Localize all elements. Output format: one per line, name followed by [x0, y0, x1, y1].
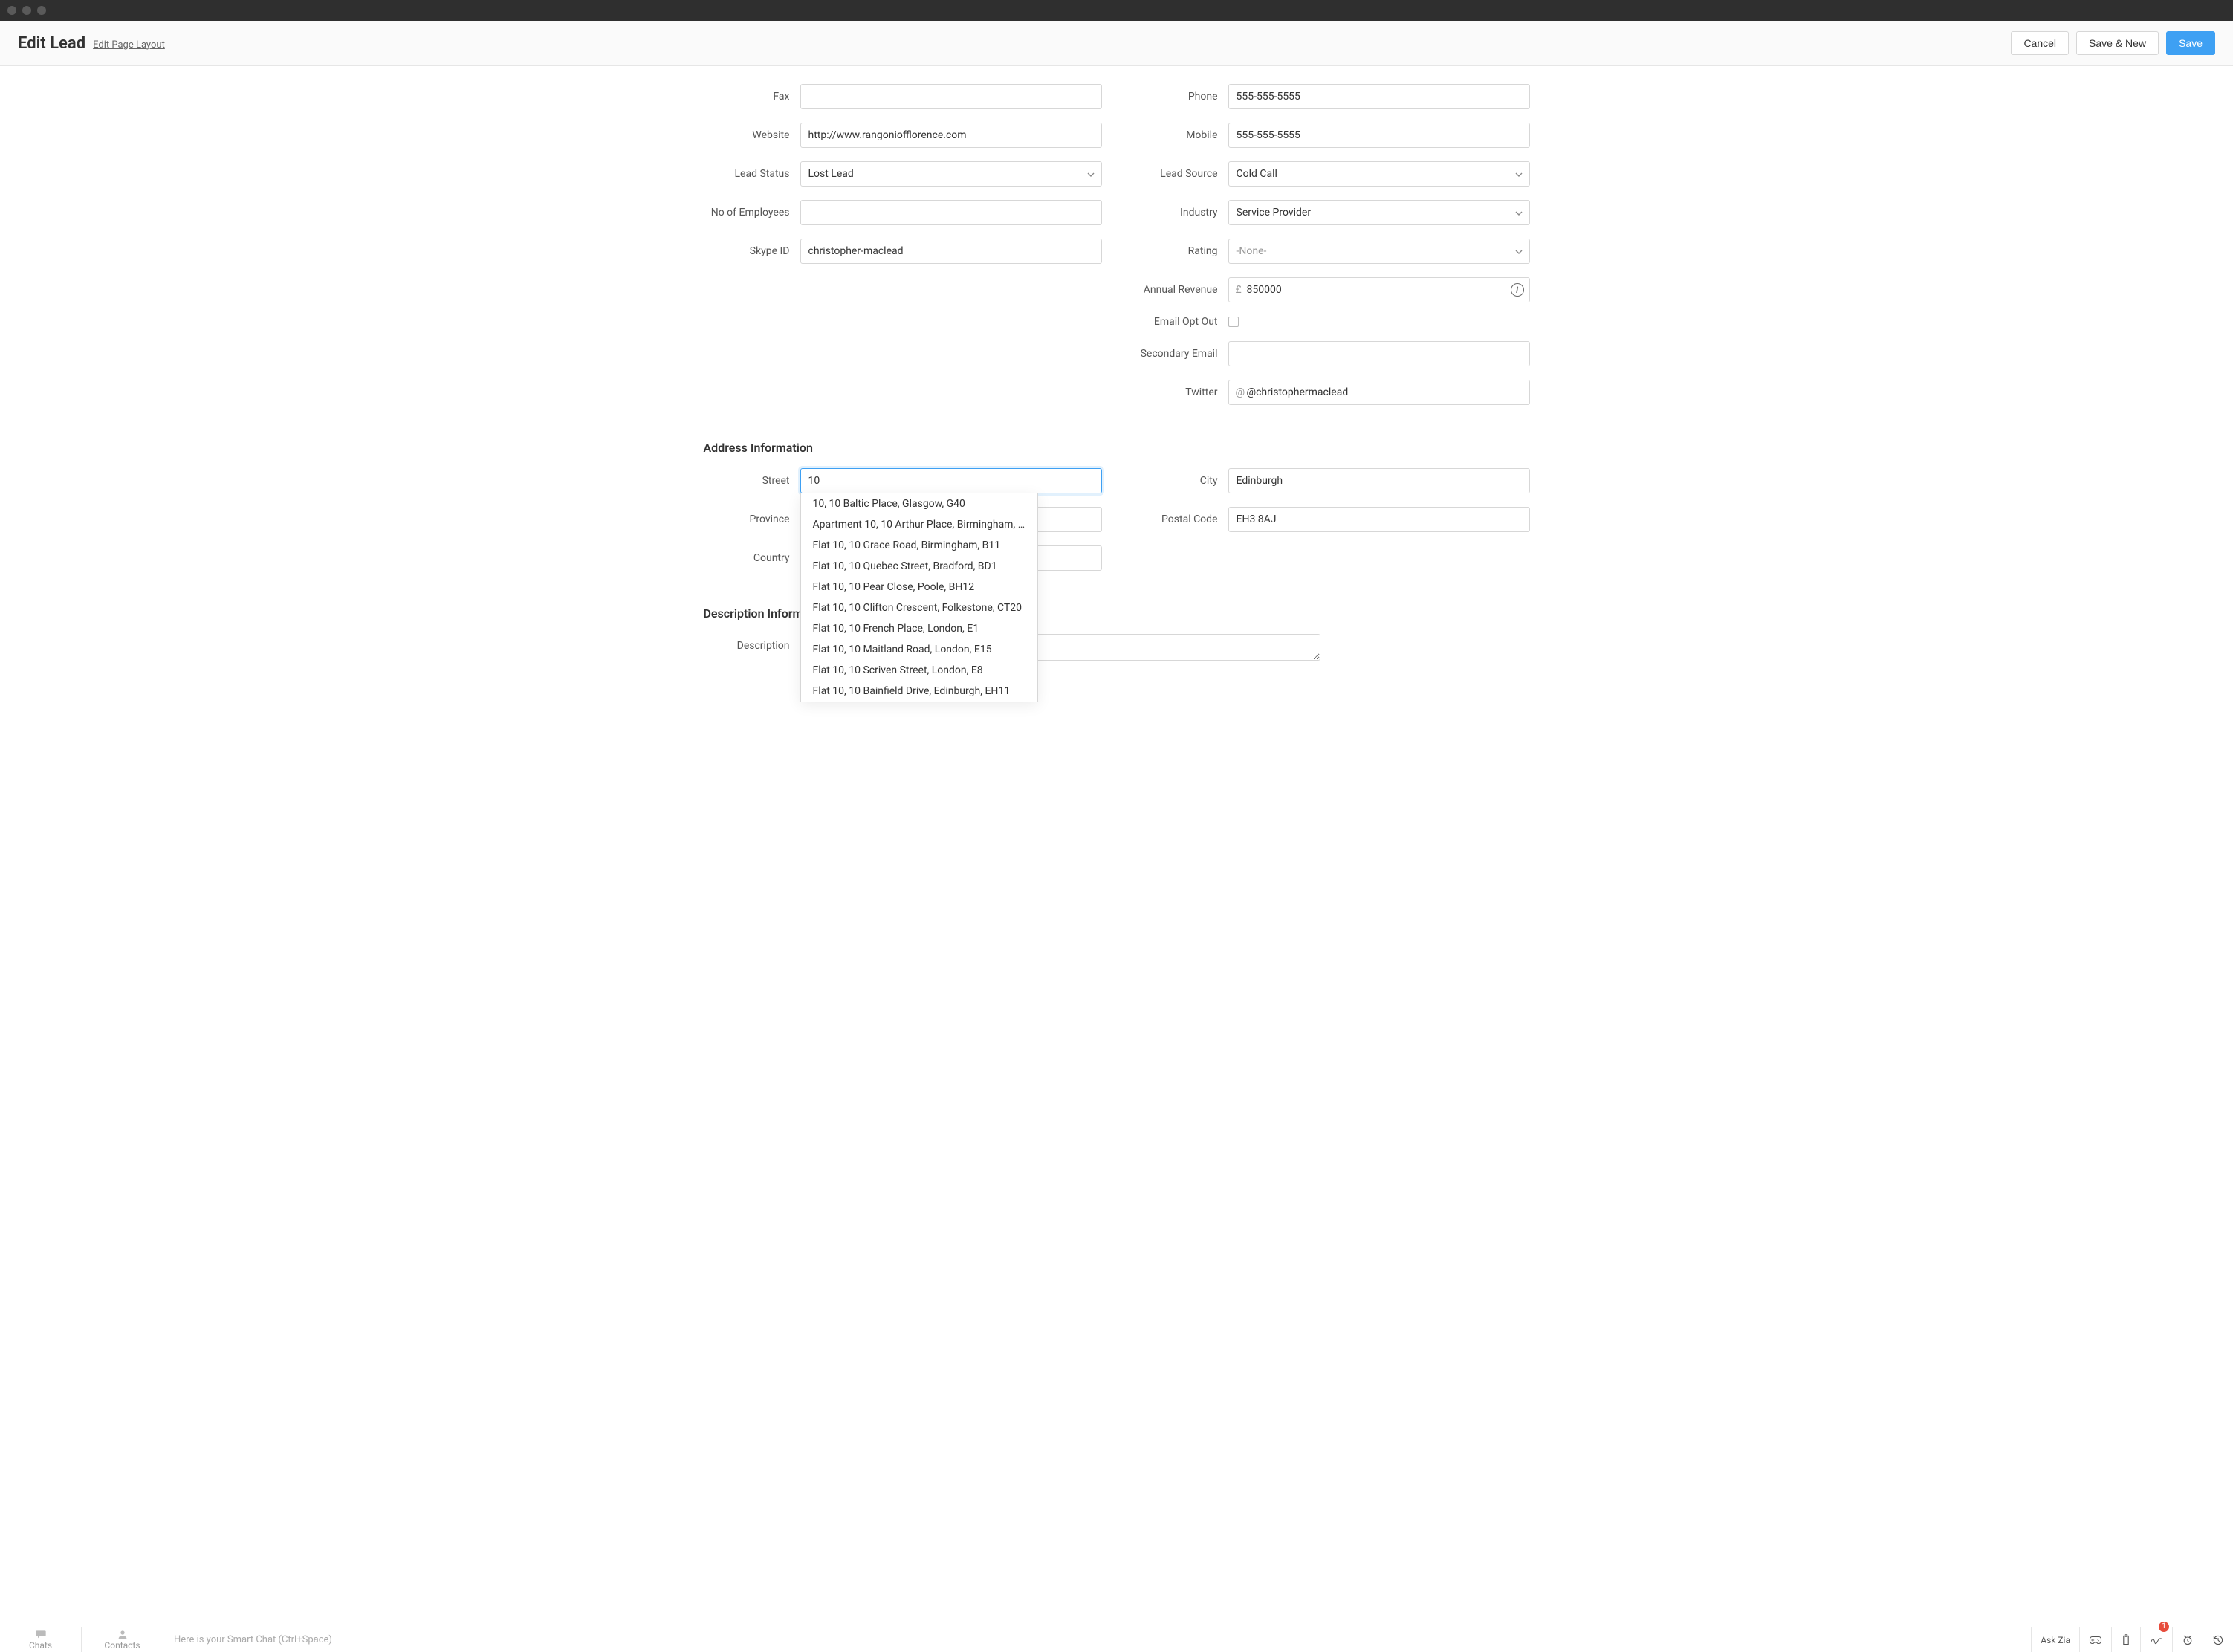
website-input[interactable] [800, 123, 1102, 148]
cancel-button[interactable]: Cancel [2011, 31, 2069, 55]
employees-input[interactable] [800, 200, 1102, 225]
contacts-tab-label: Contacts [104, 1640, 140, 1651]
street-suggestion-item[interactable]: Apartment 10, 10 Arthur Place, Birmingha… [801, 514, 1037, 535]
street-suggestion-item[interactable]: Flat 10, 10 Bainfield Drive, Edinburgh, … [801, 681, 1037, 702]
industry-select[interactable]: Service Provider [1228, 200, 1530, 225]
info-icon[interactable]: i [1511, 283, 1524, 297]
street-input[interactable] [800, 468, 1102, 493]
form-left-column: Fax Website Lead Status Lost Lead [704, 84, 1102, 418]
twitter-label: Twitter [1132, 386, 1228, 398]
website-label: Website [704, 129, 800, 141]
gamepad-icon[interactable] [2079, 1627, 2111, 1652]
street-suggestion-item[interactable]: 10, 10 Baltic Place, Glasgow, G40 [801, 493, 1037, 514]
skype-label: Skype ID [704, 245, 800, 257]
street-suggestion-item[interactable]: Flat 10, 10 Pear Close, Poole, BH12 [801, 577, 1037, 597]
address-left-column: Street 10, 10 Baltic Place, Glasgow, G40… [704, 468, 1102, 584]
contacts-tab[interactable]: Contacts [82, 1627, 163, 1652]
traffic-light-minimize[interactable] [22, 6, 31, 15]
lead-source-select[interactable]: Cold Call [1228, 161, 1530, 187]
notification-badge: 1 [2159, 1622, 2169, 1632]
street-suggestion-item[interactable]: Flat 10, 10 Quebec Street, Bradford, BD1 [801, 556, 1037, 577]
lead-status-label: Lead Status [704, 168, 800, 180]
annual-revenue-label: Annual Revenue [1132, 284, 1228, 296]
email-opt-out-checkbox[interactable] [1228, 317, 1239, 327]
street-suggestion-item[interactable]: Flat 10, 10 French Place, London, E1 [801, 618, 1037, 639]
province-label: Province [704, 514, 800, 525]
alarm-icon[interactable] [2172, 1627, 2203, 1652]
city-label: City [1132, 475, 1228, 487]
mobile-label: Mobile [1132, 129, 1228, 141]
clipboard-icon[interactable] [2111, 1627, 2140, 1652]
ask-zia-button[interactable]: Ask Zia [2031, 1627, 2079, 1652]
rating-select[interactable]: -None- [1228, 239, 1530, 264]
traffic-light-zoom[interactable] [37, 6, 46, 15]
street-suggestion-item[interactable]: Flat 10, 10 Maitland Road, London, E15 [801, 639, 1037, 660]
form-right-column: Phone Mobile Lead Source Cold Call [1132, 84, 1530, 418]
page-title: Edit Lead [18, 34, 85, 53]
street-autocomplete-dropdown: 10, 10 Baltic Place, Glasgow, G40Apartme… [800, 493, 1038, 702]
lead-status-select[interactable]: Lost Lead [800, 161, 1102, 187]
email-opt-out-label: Email Opt Out [1132, 316, 1228, 328]
phone-label: Phone [1132, 91, 1228, 103]
edit-page-layout-link[interactable]: Edit Page Layout [93, 39, 165, 51]
chat-bubble-icon [35, 1630, 47, 1639]
description-label: Description [704, 634, 800, 652]
chats-tab[interactable]: Chats [0, 1627, 82, 1652]
employees-label: No of Employees [704, 207, 800, 218]
skype-input[interactable] [800, 239, 1102, 264]
address-right-column: City Postal Code [1132, 468, 1530, 584]
address-section-title: Address Information [704, 441, 1530, 455]
fax-label: Fax [704, 91, 800, 103]
city-input[interactable] [1228, 468, 1530, 493]
signature-icon[interactable]: 1 [2140, 1627, 2172, 1652]
postal-code-input[interactable] [1228, 507, 1530, 532]
contacts-icon [117, 1630, 129, 1639]
rating-label: Rating [1132, 245, 1228, 257]
secondary-email-label: Secondary Email [1132, 348, 1228, 360]
save-and-new-button[interactable]: Save & New [2076, 31, 2159, 55]
save-button[interactable]: Save [2166, 31, 2215, 55]
country-label: Country [704, 552, 800, 564]
street-suggestion-item[interactable]: Flat 10, 10 Scriven Street, London, E8 [801, 660, 1037, 681]
smart-chat-input[interactable]: Here is your Smart Chat (Ctrl+Space) [163, 1627, 2031, 1652]
street-label: Street [704, 475, 800, 487]
industry-label: Industry [1132, 207, 1228, 218]
lead-source-label: Lead Source [1132, 168, 1228, 180]
macos-titlebar [0, 0, 2233, 21]
history-icon[interactable] [2203, 1627, 2233, 1652]
traffic-light-close[interactable] [7, 6, 16, 15]
annual-revenue-input[interactable] [1228, 277, 1530, 302]
postal-code-label: Postal Code [1132, 514, 1228, 525]
street-suggestion-item[interactable]: Flat 10, 10 Clifton Crescent, Folkestone… [801, 597, 1037, 618]
bottom-bar: Chats Contacts Here is your Smart Chat (… [0, 1627, 2233, 1652]
page-header: Edit Lead Edit Page Layout Cancel Save &… [0, 21, 2233, 66]
fax-input[interactable] [800, 84, 1102, 109]
street-suggestion-item[interactable]: Flat 10, 10 Grace Road, Birmingham, B11 [801, 535, 1037, 556]
phone-input[interactable] [1228, 84, 1530, 109]
mobile-input[interactable] [1228, 123, 1530, 148]
twitter-input[interactable] [1228, 380, 1530, 405]
chats-tab-label: Chats [29, 1640, 52, 1651]
secondary-email-input[interactable] [1228, 341, 1530, 366]
